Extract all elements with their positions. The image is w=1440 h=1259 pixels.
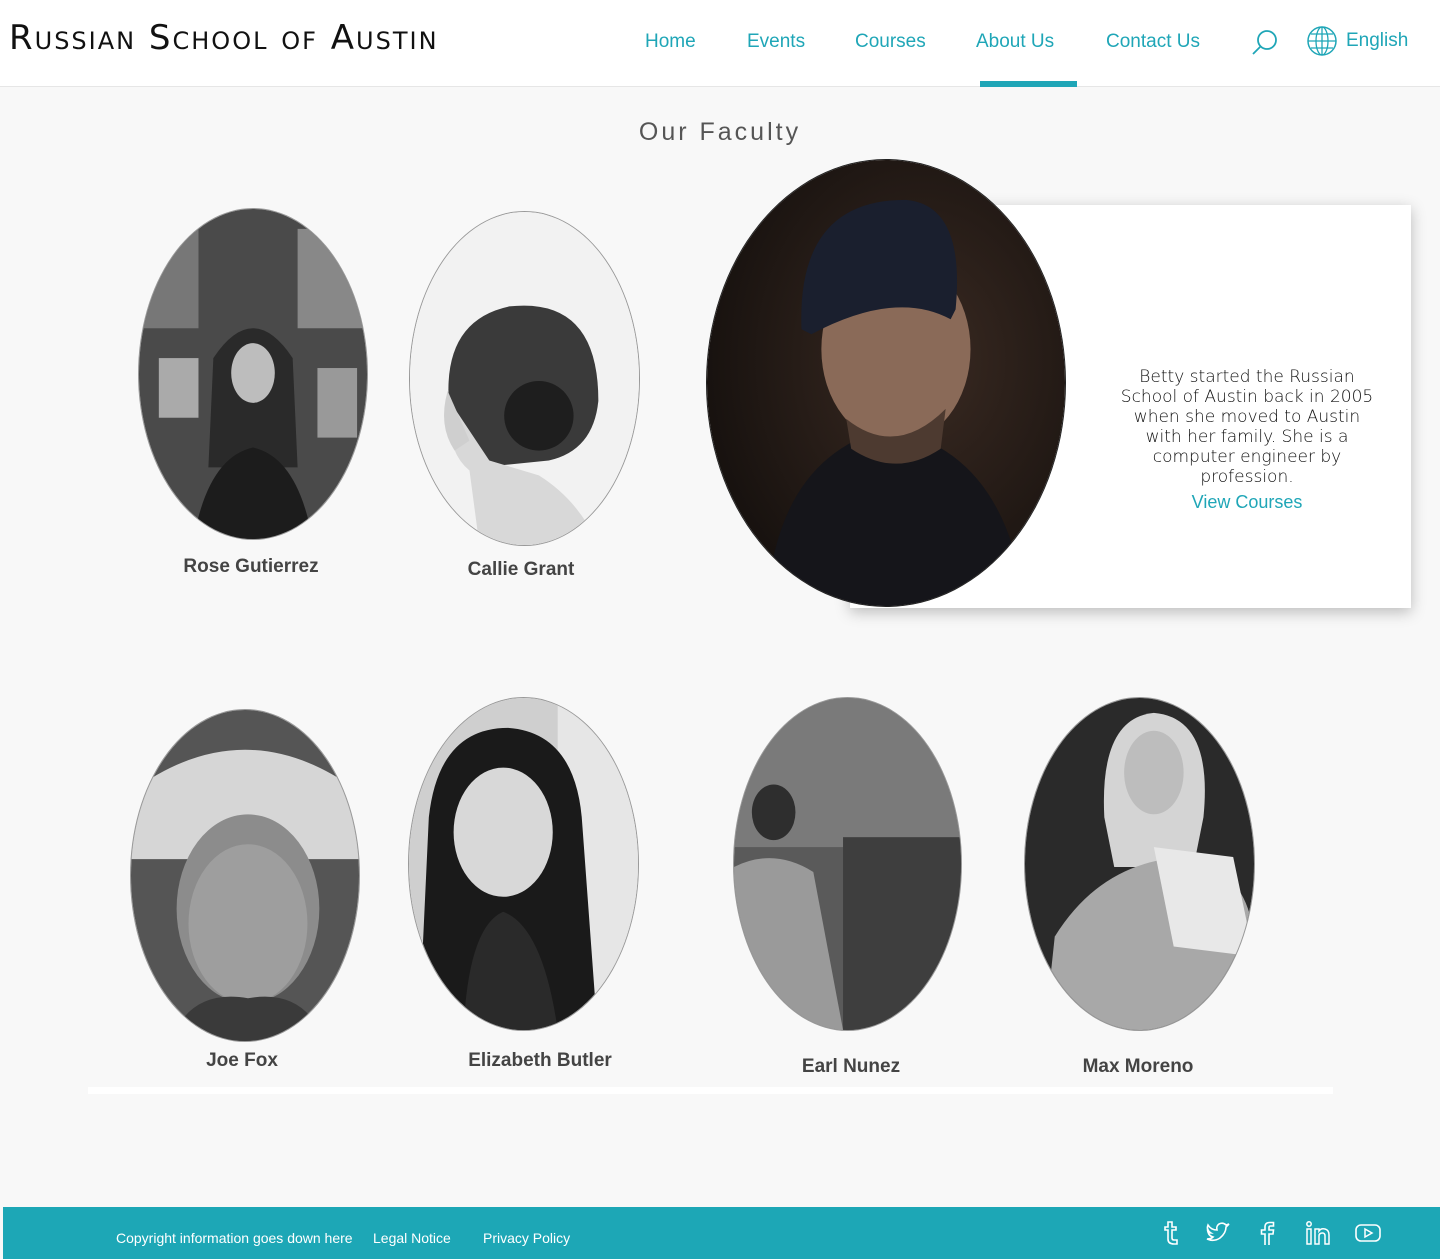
twitter-icon[interactable] bbox=[1204, 1219, 1232, 1247]
copyright-text: Copyright information goes down here bbox=[116, 1230, 353, 1246]
tumblr-icon[interactable] bbox=[1156, 1219, 1184, 1247]
search-icon[interactable] bbox=[1250, 28, 1280, 58]
site-header: Russian School of Austin Home Events Cou… bbox=[0, 0, 1440, 87]
faculty-name: Callie Grant bbox=[467, 559, 575, 580]
language-selector[interactable]: English bbox=[1346, 30, 1408, 52]
active-nav-indicator bbox=[980, 81, 1077, 87]
page-title: Our Faculty bbox=[638, 118, 802, 146]
faculty-name: Joe Fox bbox=[206, 1050, 278, 1071]
youtube-icon[interactable] bbox=[1354, 1219, 1382, 1247]
nav-events[interactable]: Events bbox=[747, 31, 805, 53]
legal-notice-link[interactable]: Legal Notice bbox=[373, 1230, 451, 1246]
faculty-photo-callie-grant[interactable] bbox=[409, 211, 640, 546]
nav-home[interactable]: Home bbox=[645, 31, 696, 53]
site-footer: Copyright information goes down here Leg… bbox=[3, 1207, 1440, 1259]
faculty-name: Rose Gutierrez bbox=[183, 556, 319, 577]
globe-icon[interactable] bbox=[1306, 25, 1338, 57]
featured-faculty-photo[interactable] bbox=[706, 159, 1066, 607]
faculty-photo-elizabeth-butler[interactable] bbox=[408, 697, 639, 1031]
nav-courses[interactable]: Courses bbox=[855, 31, 926, 53]
privacy-policy-link[interactable]: Privacy Policy bbox=[483, 1230, 570, 1246]
site-logo[interactable]: Russian School of Austin bbox=[9, 18, 439, 58]
faculty-name: Earl Nunez bbox=[801, 1056, 901, 1077]
faculty-photo-rose-gutierrez[interactable] bbox=[138, 208, 368, 540]
section-divider bbox=[88, 1087, 1333, 1094]
faculty-name: Elizabeth Butler bbox=[468, 1050, 612, 1071]
faculty-bio-text: Betty started the Russian School of Aust… bbox=[1120, 367, 1374, 487]
faculty-name: Max Moreno bbox=[1082, 1056, 1194, 1077]
faculty-photo-joe-fox[interactable] bbox=[130, 709, 360, 1042]
nav-contact-us[interactable]: Contact Us bbox=[1106, 31, 1200, 53]
nav-about-us[interactable]: About Us bbox=[976, 31, 1054, 53]
facebook-icon[interactable] bbox=[1253, 1219, 1281, 1247]
view-courses-link[interactable]: View Courses bbox=[1116, 492, 1378, 513]
linkedin-icon[interactable] bbox=[1304, 1219, 1332, 1247]
faculty-photo-earl-nunez[interactable] bbox=[733, 697, 962, 1031]
faculty-photo-max-moreno[interactable] bbox=[1024, 697, 1255, 1031]
